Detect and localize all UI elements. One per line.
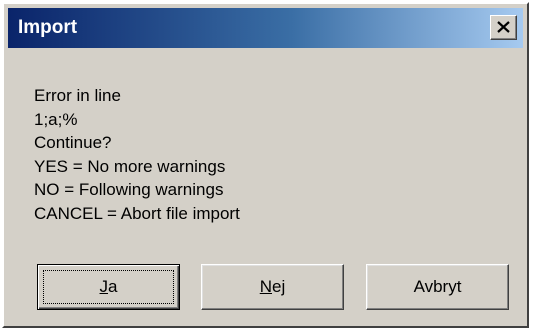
message-line: 1;a;% xyxy=(34,109,78,129)
message-line: NO = Following warnings xyxy=(34,180,224,199)
yes-button[interactable]: Ja xyxy=(37,264,180,310)
no-mnemonic: N xyxy=(259,277,273,296)
message-line: Continue? xyxy=(34,133,112,152)
message-line: Error in line xyxy=(34,86,121,105)
close-button[interactable] xyxy=(490,15,517,40)
title-bar[interactable]: Import xyxy=(8,8,523,48)
cancel-label: Avbryt xyxy=(413,277,462,296)
message-line: CANCEL = Abort file import xyxy=(34,203,240,223)
window-title: Import xyxy=(18,17,78,38)
no-label-rest: ej xyxy=(272,277,286,296)
message-text: Error in line 1;a;% Continue? YES = No m… xyxy=(34,84,240,225)
close-icon xyxy=(497,21,510,33)
focus-rectangle xyxy=(43,270,174,304)
import-dialog: Import Error in line 1;a;% Continue? YES… xyxy=(2,2,529,328)
cancel-button[interactable]: Avbryt xyxy=(366,264,509,310)
message-line: YES = No more warnings xyxy=(34,156,226,176)
no-button[interactable]: Nej xyxy=(201,264,344,310)
